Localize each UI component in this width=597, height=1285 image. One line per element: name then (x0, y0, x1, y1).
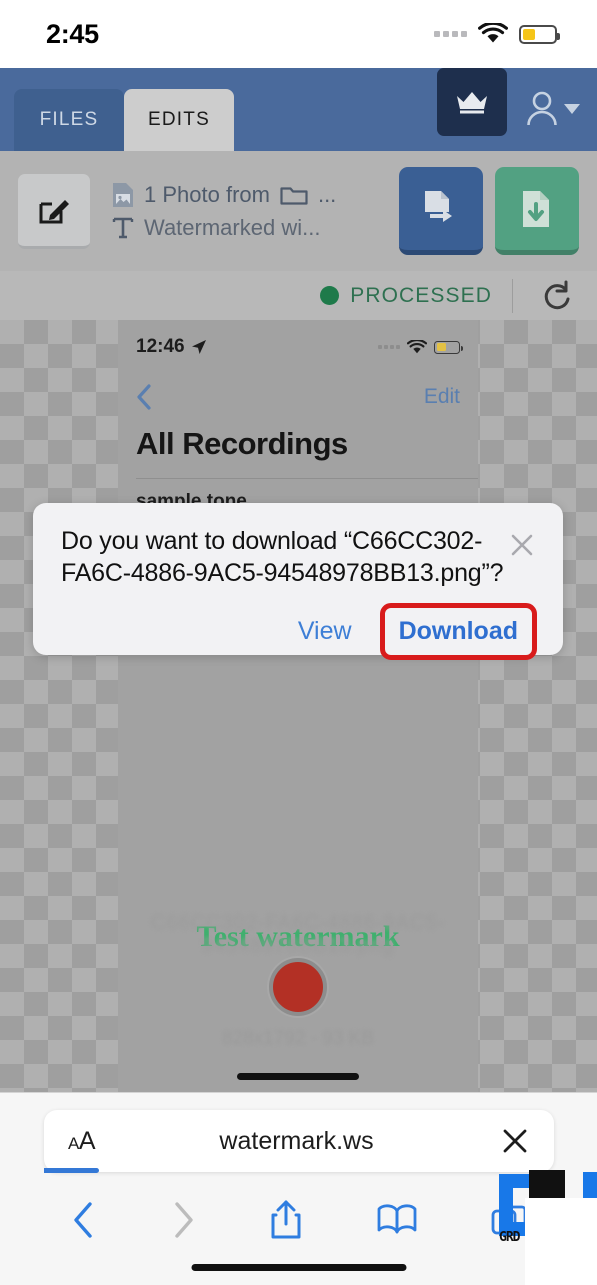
share-icon (271, 1200, 300, 1239)
tab-files-label: FILES (39, 109, 99, 130)
logo-white-crop (525, 1198, 597, 1285)
view-button[interactable]: View (288, 611, 362, 652)
preview-nav-bar: Edit (118, 374, 478, 420)
download-confirm-dialog: Do you want to download “C66CC302-FA6C-4… (33, 503, 563, 660)
signal-dots-icon (378, 345, 400, 349)
back-icon (73, 1202, 92, 1238)
edit-pencil-square-icon (39, 199, 69, 223)
wifi-icon (407, 339, 427, 353)
photo-file-icon (113, 182, 133, 207)
logo-blue-bar (583, 1172, 597, 1200)
forward-button (170, 1201, 196, 1239)
overlay-logo: GRD (485, 1168, 597, 1285)
app-header: FILES EDITS (0, 68, 597, 151)
bookmarks-button[interactable] (376, 1203, 418, 1237)
dialog-close-button[interactable] (505, 528, 539, 562)
share-button[interactable] (269, 1199, 303, 1241)
logo-text: GRD (499, 1230, 521, 1245)
preview-home-indicator (237, 1073, 359, 1080)
tab-edits[interactable]: EDITS (124, 89, 234, 151)
bookmarks-icon (377, 1204, 416, 1234)
processing-status-row: PROCESSED (0, 271, 597, 320)
preview-edit-label: Edit (423, 385, 460, 408)
preview-footer: C66CC302-FA6C-4886-9AC5-94548978BB13.png… (118, 912, 478, 1050)
close-x-icon (503, 1129, 527, 1153)
close-x-icon (511, 534, 533, 556)
url-text: watermark.ws (219, 1126, 374, 1155)
signal-dots-icon (434, 31, 467, 37)
file-operation-line: Watermarked wi... (112, 215, 387, 241)
chevron-down-icon (563, 104, 580, 114)
status-bar-time: 2:45 (46, 18, 99, 49)
home-indicator (191, 1264, 406, 1271)
download-file-button[interactable] (495, 167, 579, 255)
edit-button[interactable] (18, 173, 90, 249)
text-T-icon (112, 217, 134, 238)
preview-status-indicators (378, 339, 463, 355)
file-download-icon (523, 190, 549, 227)
stop-loading-button[interactable] (498, 1128, 532, 1154)
refresh-icon (544, 280, 570, 309)
status-divider (512, 278, 513, 313)
account-menu-button[interactable] (507, 75, 597, 143)
ios-status-bar: 2:45 (0, 0, 597, 68)
file-metadata: 1 Photo from ... Watermarked wi... (90, 182, 387, 241)
chevron-left-icon (137, 384, 151, 410)
dialog-message-row: Do you want to download “C66CC302-FA6C-4… (61, 525, 539, 589)
status-badge: PROCESSED (350, 283, 492, 307)
battery-icon (434, 340, 463, 354)
dialog-message: Do you want to download “C66CC302-FA6C-4… (61, 527, 504, 587)
status-indicator-dot (320, 286, 340, 305)
tab-edits-label: EDITS (148, 109, 210, 130)
preview-page-title: All Recordings (136, 426, 348, 461)
address-bar[interactable]: AAAA watermark.ws (44, 1110, 554, 1172)
page-load-progress (44, 1168, 99, 1173)
previewed-image: 12:46 Edit All Recordings sample tone Te… (118, 320, 478, 1092)
file-info-toolbar: 1 Photo from ... Watermarked wi... (0, 151, 597, 271)
blurred-filename-text: C66CC302-FA6C-4886-9AC5-94548978BB13.png (150, 912, 446, 957)
download-button[interactable]: Download (379, 603, 537, 660)
refresh-button[interactable] (535, 274, 579, 318)
tab-files[interactable]: FILES (14, 89, 124, 151)
status-bar-indicators (434, 23, 560, 45)
folder-icon (280, 186, 308, 205)
forward-icon (174, 1202, 193, 1238)
file-source-ellipsis: ... (317, 181, 337, 207)
record-button-icon (269, 958, 327, 1016)
dialog-actions: View Download (61, 603, 539, 660)
image-preview-area[interactable]: 12:46 Edit All Recordings sample tone Te… (0, 320, 597, 1092)
phone-screen: 2:45 FILES EDITS 1 Photo from ... Waterm… (0, 0, 597, 1285)
battery-icon (519, 24, 560, 44)
preview-status-bar: 12:46 (118, 320, 478, 374)
file-operation-text: Watermarked wi... (144, 214, 321, 240)
back-button[interactable] (71, 1201, 97, 1239)
text-size-button[interactable]: AAAA (68, 1127, 96, 1156)
crown-icon (457, 92, 487, 114)
wifi-icon (478, 23, 508, 43)
preview-status-time: 12:46 (136, 336, 185, 357)
location-arrow-icon (191, 340, 206, 354)
file-source-text: 1 Photo from (144, 181, 270, 207)
file-source-line: 1 Photo from ... (112, 182, 387, 208)
image-dimensions-text: 828x1792 · 93 KB (221, 1028, 375, 1049)
user-account-icon (526, 91, 557, 126)
export-file-button[interactable] (399, 167, 483, 255)
file-export-icon (425, 190, 452, 222)
premium-button[interactable] (437, 68, 507, 136)
